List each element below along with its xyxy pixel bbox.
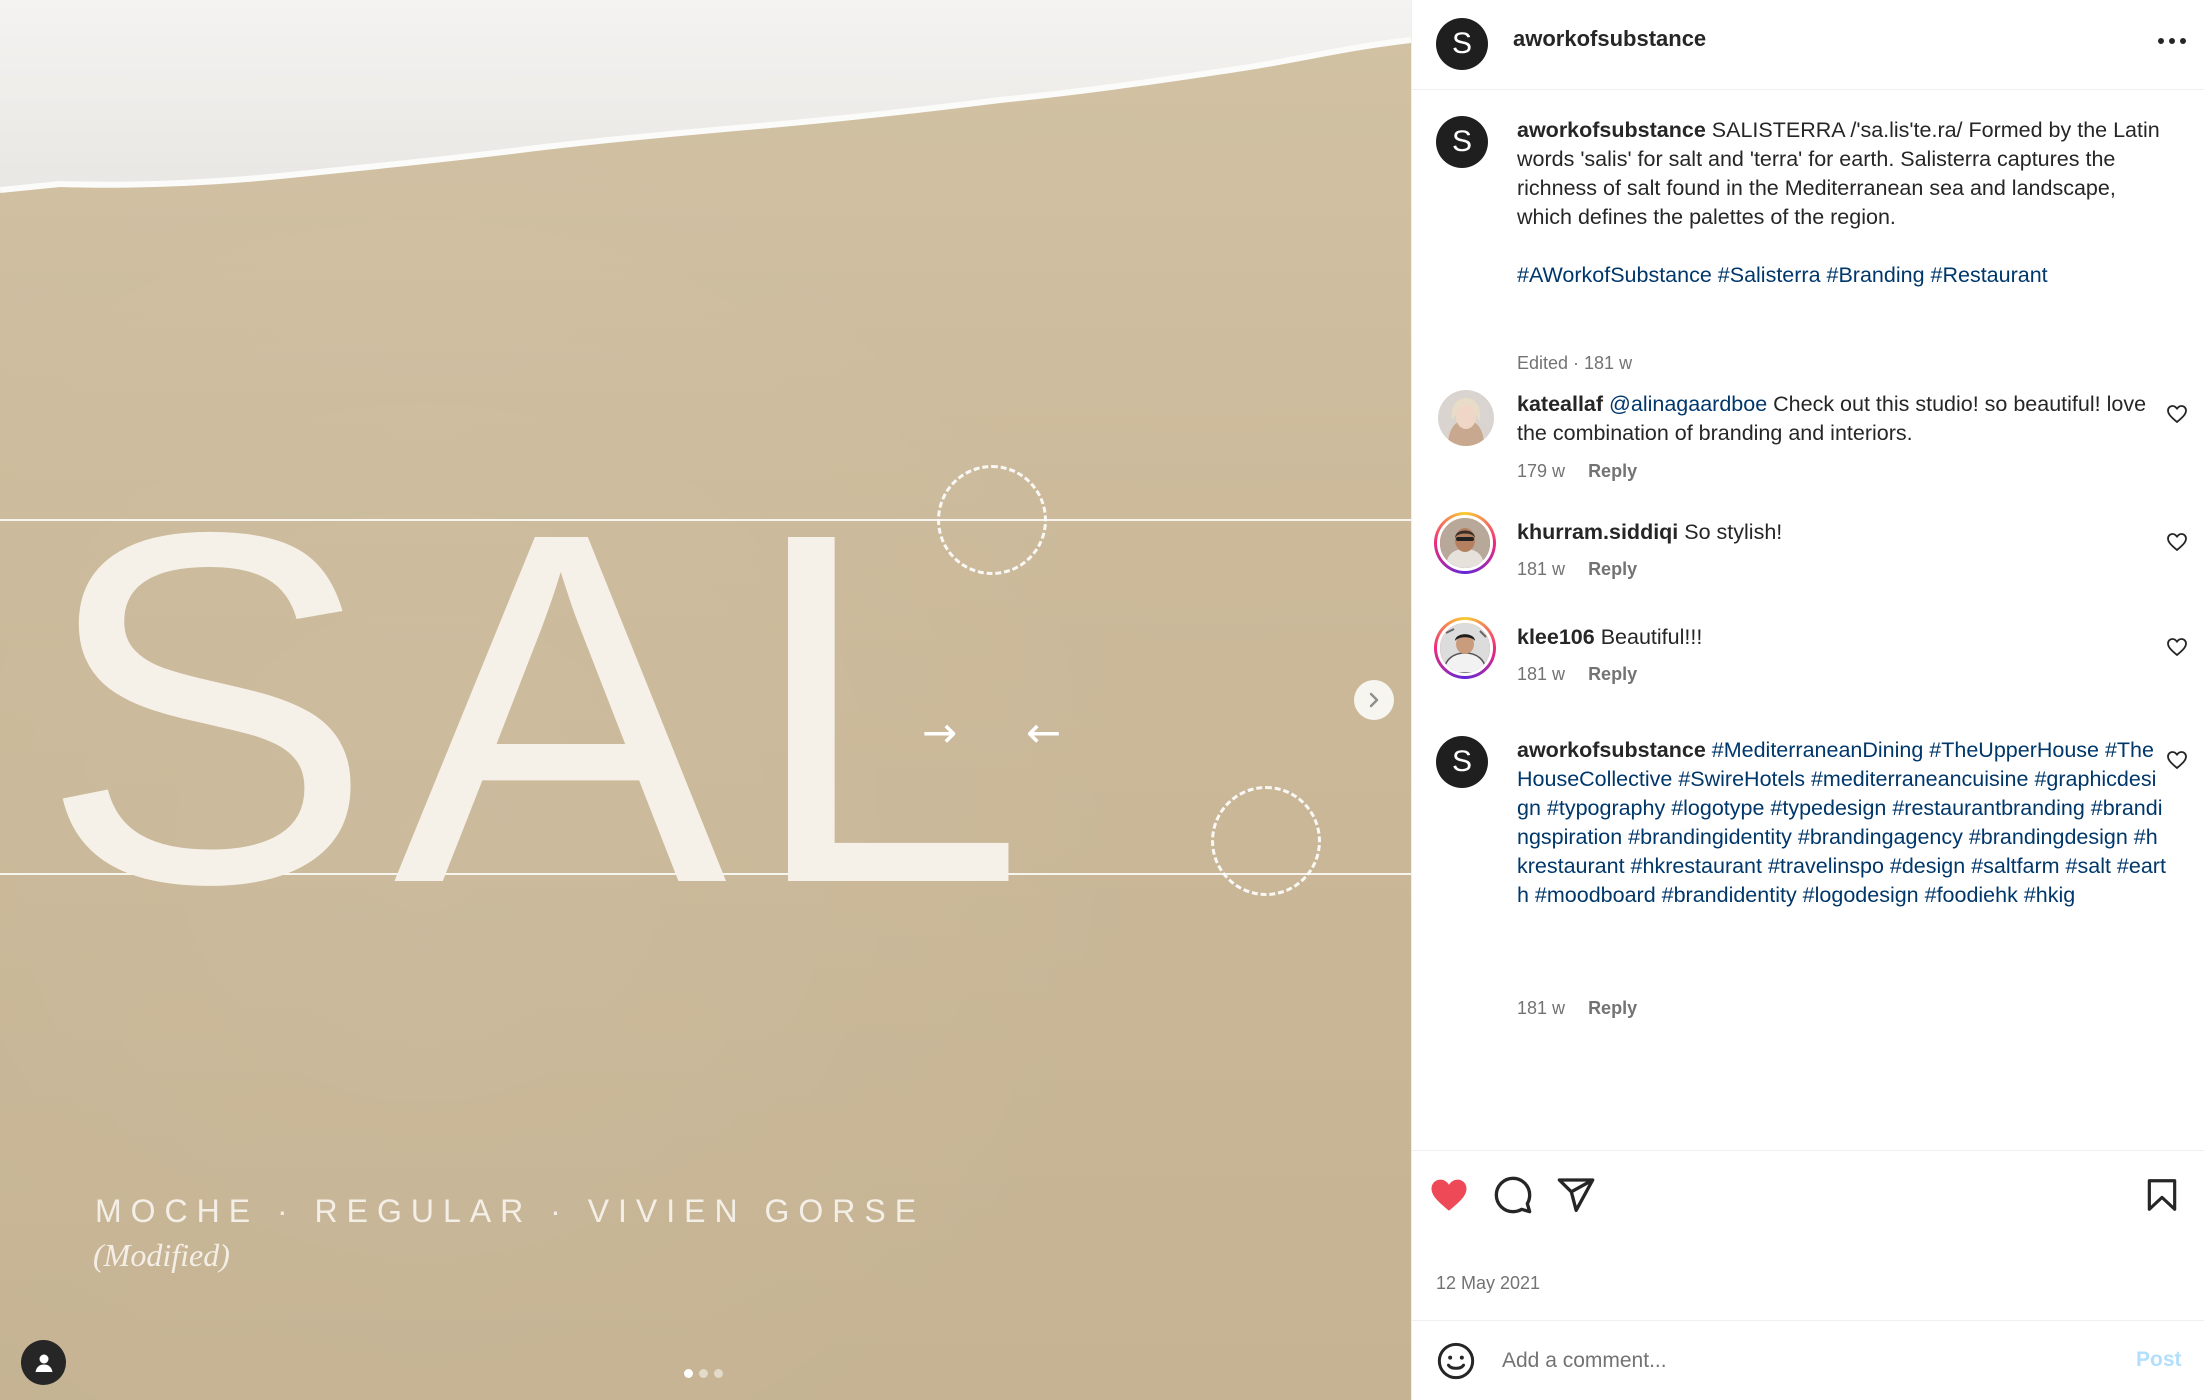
font-credit-caption: MOCHE · REGULAR · VIVIEN GORSE	[95, 1193, 926, 1229]
comment-time: 181 w	[1517, 559, 1566, 579]
sea-foam	[0, 0, 1411, 193]
post-actions: 12 May 2021	[1412, 1150, 2204, 1320]
author-username[interactable]: aworkofsubstance	[1513, 26, 1706, 52]
caption-username[interactable]: aworkofsubstance	[1517, 118, 1706, 142]
heart-outline-icon[interactable]	[2165, 748, 2189, 772]
reply-button[interactable]: Reply	[1588, 461, 1637, 481]
carousel-dot	[699, 1369, 708, 1378]
instagram-post-view: SAL → ← MOCHE · REGULAR · VIVIEN GORSE (…	[0, 0, 2204, 1400]
commenter-avatar[interactable]	[1434, 617, 1496, 679]
avatar-photo	[1440, 623, 1490, 673]
post-media: SAL → ← MOCHE · REGULAR · VIVIEN GORSE (…	[0, 0, 1411, 1400]
carousel-dot	[714, 1369, 723, 1378]
commenter-avatar[interactable]: S	[1436, 736, 1488, 788]
comment-time: 181 w	[1517, 664, 1566, 684]
dashed-circle-bottom	[1211, 786, 1321, 896]
comment-meta: 181 w Reply	[1517, 664, 1637, 685]
avatar-photo	[1438, 390, 1494, 446]
carousel-dot	[684, 1369, 693, 1378]
comments-list: S aworkofsubstance SALISTERRA /'sa.lis't…	[1412, 90, 2204, 1150]
logotype-letters: SAL	[40, 428, 1046, 987]
comment-body: khurram.siddiqi So stylish!	[1517, 518, 2167, 547]
share-button[interactable]	[1554, 1173, 1598, 1217]
caption-body: aworkofsubstance SALISTERRA /'sa.lis'te.…	[1517, 116, 2167, 290]
add-comment-bar: Post	[1412, 1320, 2204, 1400]
heart-outline-icon[interactable]	[2165, 530, 2189, 554]
commenter-avatar[interactable]	[1434, 512, 1496, 574]
comment-meta: 179 w Reply	[1517, 461, 1637, 482]
chevron-right-icon	[1369, 692, 1379, 708]
more-options-button[interactable]	[2152, 24, 2192, 58]
comment-time: 179 w	[1517, 461, 1566, 481]
font-credit-note: (Modified)	[93, 1237, 230, 1273]
comment-body: klee106 Beautiful!!!	[1517, 623, 2167, 652]
bookmark-icon	[2147, 1179, 2177, 1211]
post-date: 12 May 2021	[1436, 1273, 1541, 1293]
comment-username[interactable]: kateallaf	[1517, 392, 1603, 416]
comment-mention[interactable]: @alinagaardboe	[1609, 392, 1767, 416]
next-slide-button[interactable]	[1354, 680, 1394, 720]
comment-text: Beautiful!!!	[1600, 625, 1703, 649]
caption-meta: Edited · 181 w	[1517, 353, 1633, 373]
tagged-users-button[interactable]	[21, 1340, 66, 1385]
commenter-avatar[interactable]	[1438, 390, 1494, 446]
comment-body: kateallaf @alinagaardboe Check out this …	[1517, 390, 2167, 448]
more-horizontal-icon	[2158, 38, 2186, 44]
heart-filled-icon	[1431, 1179, 1467, 1211]
avatar-photo	[1440, 518, 1490, 568]
carousel-dots	[684, 1369, 723, 1378]
dashed-circle-top	[937, 465, 1047, 575]
comment-username[interactable]: aworkofsubstance	[1517, 738, 1706, 762]
author-avatar[interactable]: S	[1436, 18, 1488, 70]
comment-body: aworkofsubstance #MediterraneanDining #T…	[1517, 736, 2167, 910]
emoji-icon[interactable]	[1436, 1341, 1476, 1381]
share-icon	[1557, 1178, 1595, 1212]
comment-icon	[1494, 1176, 1532, 1214]
caption-author-avatar[interactable]: S	[1436, 116, 1488, 168]
comment-text: So stylish!	[1684, 520, 1783, 544]
comment-meta: 181 w Reply	[1517, 998, 1637, 1019]
reply-button[interactable]: Reply	[1588, 559, 1637, 579]
comment-username[interactable]: klee106	[1517, 625, 1595, 649]
comment-meta: 181 w Reply	[1517, 559, 1637, 580]
comment-username[interactable]: khurram.siddiqi	[1517, 520, 1678, 544]
user-icon	[35, 1354, 52, 1372]
like-button[interactable]	[1427, 1173, 1471, 1217]
post-header: S aworkofsubstance	[1412, 0, 2204, 90]
comment-button[interactable]	[1491, 1173, 1535, 1217]
reply-button[interactable]: Reply	[1588, 664, 1637, 684]
post-sidebar: S aworkofsubstance S aworkofsubstance SA…	[1411, 0, 2204, 1400]
reply-button[interactable]: Reply	[1588, 998, 1637, 1018]
arrow-right-icon: →	[922, 708, 958, 757]
comment-time: 181 w	[1517, 998, 1566, 1018]
comment-input[interactable]	[1502, 1339, 2062, 1383]
caption-hashtags[interactable]: #AWorkofSubstance #Salisterra #Branding …	[1517, 263, 2048, 287]
heart-outline-icon[interactable]	[2165, 402, 2189, 426]
arrow-left-icon: ←	[1026, 708, 1062, 757]
comment-hashtags[interactable]: #MediterraneanDining #TheUpperHouse #The…	[1517, 738, 2166, 907]
save-button[interactable]	[2140, 1173, 2184, 1217]
post-comment-button[interactable]: Post	[2136, 1348, 2182, 1372]
heart-outline-icon[interactable]	[2165, 635, 2189, 659]
